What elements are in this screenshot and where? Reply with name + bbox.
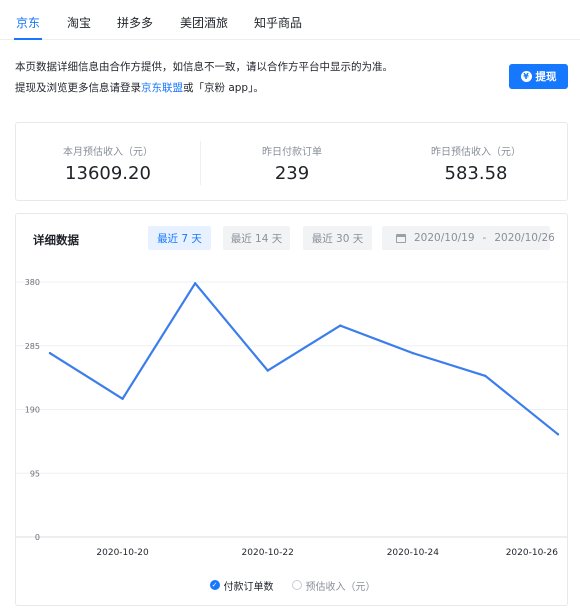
active-tab-indicator (14, 38, 42, 40)
check-icon: ✓ (209, 580, 220, 590)
detail-card: 详细数据 最近 7 天 最近 14 天 最近 30 天 2020/10/19 -… (15, 213, 568, 606)
legend-item-income[interactable]: 预估收入（元） (291, 577, 376, 593)
stat-value: 239 (274, 163, 310, 184)
x-tick-label: 2020-10-26 (506, 548, 559, 558)
data-point (48, 351, 52, 355)
y-tick-label: 190 (25, 406, 40, 415)
notice-line-2: 提现及浏览更多信息请登录京东联盟或「京粉 app」。 (15, 80, 264, 95)
withdraw-button-label: 提现 (535, 71, 557, 83)
legend-label: 付款订单数 (223, 581, 274, 593)
jd-union-link[interactable]: 京东联盟 (141, 82, 183, 94)
x-tick-label: 2020-10-20 (96, 548, 149, 558)
radio-icon (291, 580, 302, 590)
date-range-picker[interactable]: 2020/10/19 - 2020/10/26 (382, 226, 555, 250)
stat-value: 583.58 (444, 163, 508, 184)
y-tick-label: 0 (35, 533, 40, 542)
data-point (121, 397, 124, 400)
date-separator: - (482, 232, 487, 244)
stats-card: 本月预估收入（元） 13609.20 昨日付款订单 239 昨日预估收入（元） … (15, 122, 568, 201)
calendar-icon (396, 233, 406, 243)
data-point (193, 282, 197, 285)
line-chart: 0 95 190 285 380 2020-10-20 2020-10-22 2020-10-… (16, 278, 567, 558)
data-point (266, 369, 269, 372)
y-tick-label: 95 (30, 469, 40, 478)
platform-tabs: 京东 淘宝 拼多多 美团酒旅 知乎商品 (0, 0, 580, 40)
data-point (411, 351, 415, 355)
range-7-days[interactable]: 最近 7 天 (148, 226, 211, 250)
stat-value: 13609.20 (65, 163, 151, 184)
legend-label: 预估收入（元） (305, 581, 376, 593)
x-tick-label: 2020-10-24 (387, 548, 440, 558)
chart-legend: ✓ 付款订单数 预估收入（元） (16, 577, 567, 593)
series-line (49, 282, 559, 436)
notice-line-2-prefix: 提现及浏览更多信息请登录 (15, 82, 141, 94)
stat-month-income: 本月预估收入（元） 13609.20 (16, 123, 200, 202)
tab-pinduoduo[interactable]: 拼多多 (117, 14, 153, 31)
range-30-days[interactable]: 最近 30 天 (303, 226, 372, 250)
range-14-days[interactable]: 最近 14 天 (223, 226, 290, 250)
legend-item-orders[interactable]: ✓ 付款订单数 (209, 577, 274, 593)
stat-label: 昨日预估收入（元） (431, 147, 521, 158)
tab-taobao[interactable]: 淘宝 (67, 14, 91, 31)
tab-jd[interactable]: 京东 (16, 14, 40, 31)
data-point (339, 324, 342, 327)
y-tick-label: 285 (25, 342, 40, 351)
notice-line-1: 本页数据详细信息由合作方提供，如信息不一致，请以合作方平台中显示的为准。 (15, 61, 393, 73)
x-tick-label: 2020-10-22 (242, 548, 294, 558)
notice-line-2-suffix: 或「京粉 app」。 (183, 82, 264, 94)
tab-meituan[interactable]: 美团酒旅 (180, 14, 228, 31)
stat-label: 昨日付款订单 (262, 147, 322, 158)
date-start: 2020/10/19 (414, 232, 475, 244)
tab-zhihu[interactable]: 知乎商品 (254, 14, 302, 31)
y-tick-label: 380 (25, 278, 40, 287)
data-point (484, 374, 487, 378)
date-end: 2020/10/26 (494, 232, 555, 244)
data-point (556, 433, 560, 436)
stat-label: 本月预估收入（元） (63, 147, 153, 158)
stat-yesterday-orders: 昨日付款订单 239 (200, 123, 384, 202)
stat-yesterday-income: 昨日预估收入（元） 583.58 (384, 123, 568, 202)
yen-icon: ¥ (520, 71, 532, 82)
withdraw-button[interactable]: ¥ 提现 (509, 64, 568, 89)
detail-title: 详细数据 (33, 233, 79, 247)
